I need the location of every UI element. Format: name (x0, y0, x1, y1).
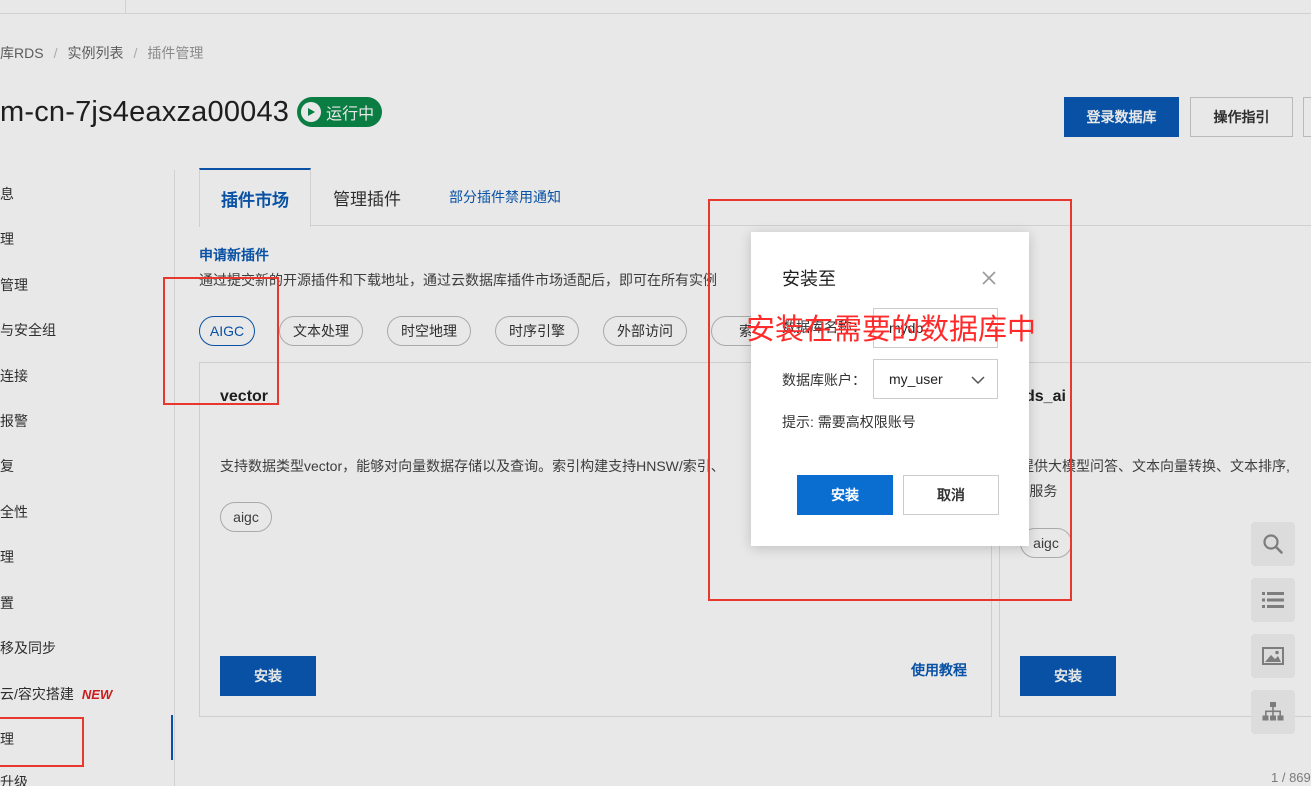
modal-title: 安装至 (782, 269, 836, 289)
install-modal: 安装至 数据库名称： mydb 数据库账户： my_user 提示: 需要高权限… (751, 232, 1029, 546)
annotation-box-tab (163, 277, 279, 405)
db-account-value: my_user (889, 371, 943, 387)
close-icon[interactable] (980, 269, 998, 287)
annotation-box-sidebar (0, 717, 84, 767)
modal-install-button[interactable]: 安装 (797, 475, 893, 515)
hint-text: 提示: 需要高权限账号 (782, 414, 916, 430)
db-account-select[interactable]: my_user (873, 359, 998, 399)
modal-cancel-button[interactable]: 取消 (903, 475, 999, 515)
chevron-down-icon (971, 376, 985, 385)
db-account-label: 数据库账户： (782, 372, 866, 388)
annotation-text: 安装在需要的数据库中 (746, 314, 1037, 346)
